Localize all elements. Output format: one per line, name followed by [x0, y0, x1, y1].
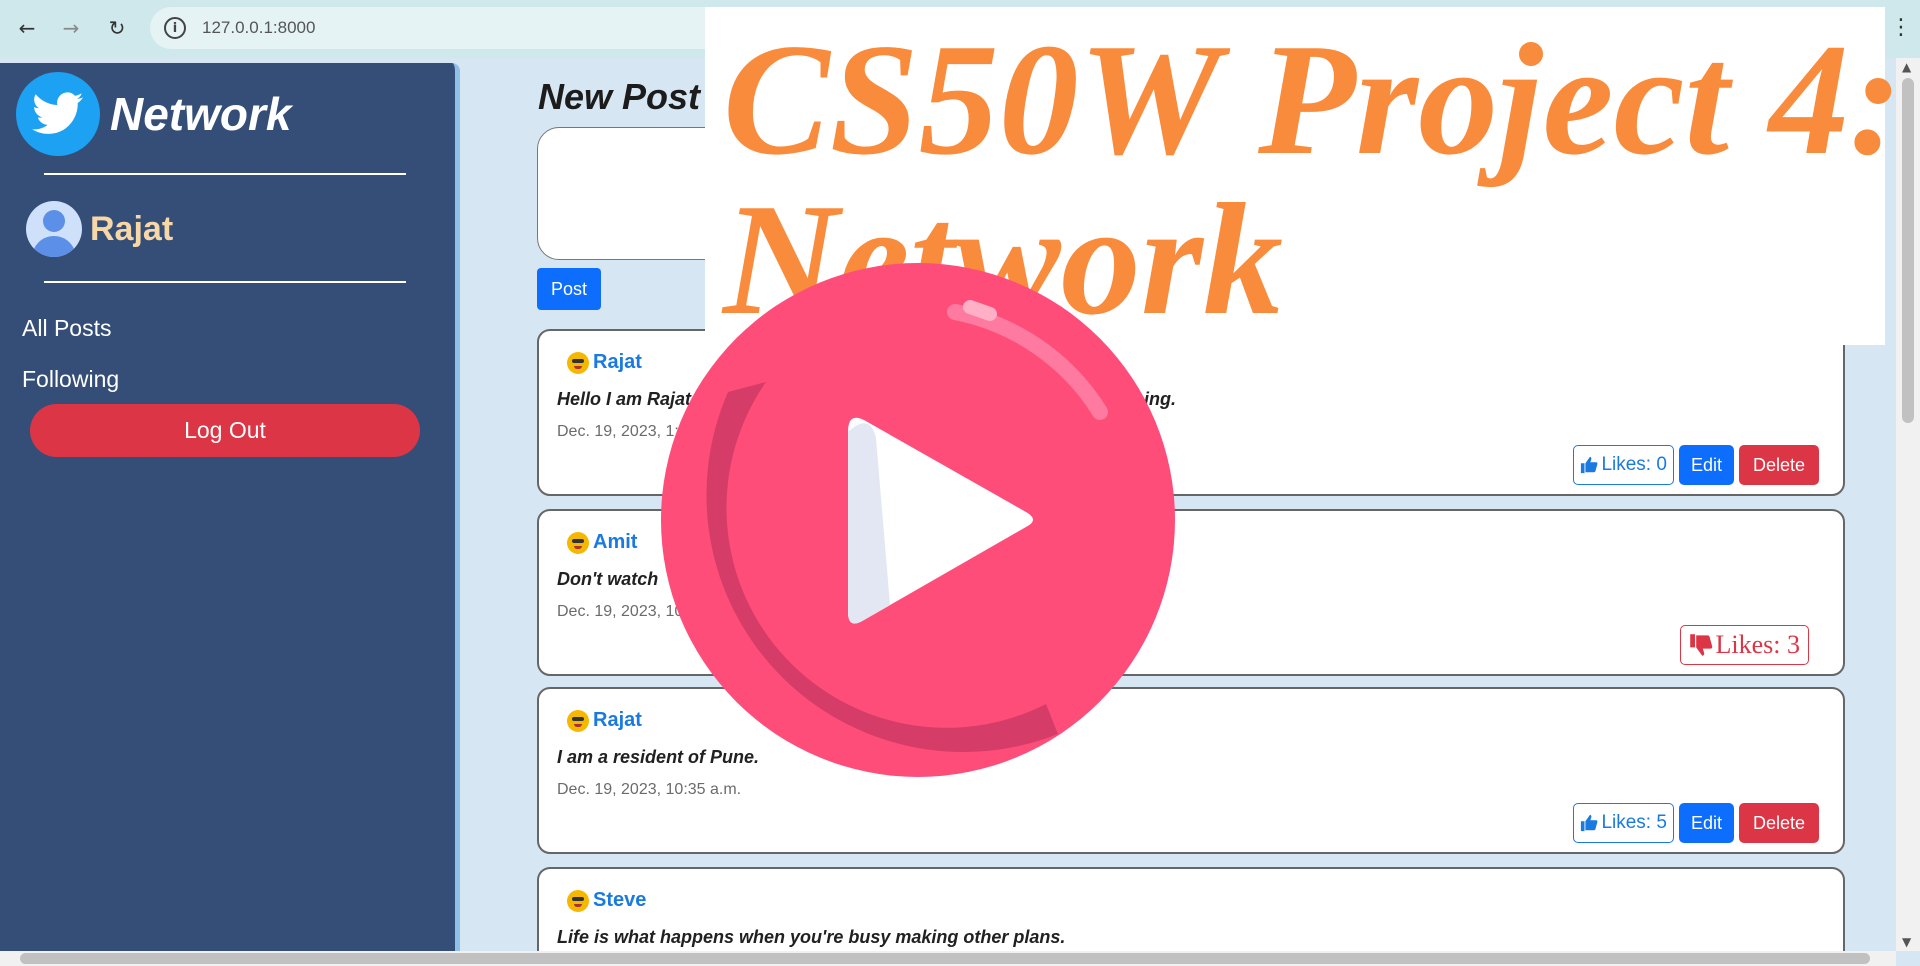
- emoji-avatar-icon: [567, 709, 589, 732]
- post-content: Don't watch: [557, 569, 659, 589]
- new-post-heading: New Post: [538, 76, 701, 117]
- scroll-up-icon[interactable]: ▲: [1902, 60, 1911, 74]
- user-profile-link[interactable]: Rajat: [26, 201, 173, 257]
- url-text[interactable]: 127.0.0.1:8000: [202, 18, 315, 38]
- back-arrow-icon[interactable]: ←: [12, 13, 42, 43]
- divider: [44, 173, 406, 175]
- thumbs-up-icon: [1581, 814, 1598, 832]
- thumbs-down-icon: [1689, 634, 1712, 656]
- post-actions: Likes: 5 Edit Delete: [1573, 803, 1819, 843]
- post-author[interactable]: Amit: [593, 531, 637, 554]
- delete-button[interactable]: Delete: [1738, 445, 1819, 485]
- like-count: Likes: 5: [1601, 812, 1667, 833]
- twitter-bird-icon: [16, 72, 100, 156]
- scrollbar-thumb[interactable]: [1902, 78, 1914, 423]
- emoji-avatar-icon: [567, 889, 589, 912]
- post-author-link[interactable]: Rajat: [567, 709, 642, 732]
- brand[interactable]: Network: [16, 72, 291, 156]
- post-author[interactable]: Steve: [593, 889, 646, 912]
- logout-button[interactable]: Log Out: [30, 404, 420, 457]
- post-author[interactable]: Rajat: [593, 351, 642, 374]
- play-button-icon[interactable]: [660, 262, 1176, 778]
- unlike-button[interactable]: Likes: 3: [1679, 625, 1809, 665]
- reload-icon[interactable]: ↻: [102, 13, 132, 43]
- post-button[interactable]: Post: [537, 268, 601, 310]
- emoji-avatar-icon: [567, 351, 589, 374]
- forward-arrow-icon[interactable]: →: [56, 13, 86, 43]
- edit-button[interactable]: Edit: [1678, 803, 1734, 843]
- username[interactable]: Rajat: [90, 210, 173, 249]
- like-button[interactable]: Likes: 5: [1573, 803, 1674, 843]
- post-author-link[interactable]: Steve: [567, 889, 646, 912]
- brand-name: Network: [110, 88, 292, 140]
- scroll-down-icon[interactable]: ▼: [1902, 935, 1911, 949]
- post-author-link[interactable]: Amit: [567, 531, 637, 554]
- like-count: Likes: 0: [1601, 454, 1667, 475]
- post-content: Life is what happens when you're busy ma…: [557, 927, 1066, 947]
- post-author-link[interactable]: Rajat: [567, 351, 642, 374]
- post-author[interactable]: Rajat: [593, 709, 642, 732]
- edit-button[interactable]: Edit: [1678, 445, 1734, 485]
- vertical-scrollbar[interactable]: ▲ ▼: [1896, 58, 1920, 951]
- nav-all-posts[interactable]: All Posts: [22, 315, 111, 342]
- like-count: Likes: 3: [1715, 630, 1801, 659]
- banner-title-line1: CS50W Project 4:: [723, 10, 1903, 188]
- scrollbar-thumb[interactable]: [20, 953, 1870, 964]
- sidebar: Network Rajat All Posts Following Log Ou…: [0, 63, 460, 951]
- thumbs-up-icon: [1581, 456, 1598, 474]
- nav-following[interactable]: Following: [22, 366, 119, 393]
- avatar-icon: [26, 201, 82, 257]
- post-timestamp: Dec. 19, 2023, 10:35 a.m.: [557, 781, 742, 798]
- horizontal-scrollbar[interactable]: [0, 951, 1896, 966]
- divider: [44, 281, 406, 283]
- emoji-avatar-icon: [567, 531, 589, 554]
- like-button[interactable]: Likes: 0: [1573, 445, 1674, 485]
- site-info-icon[interactable]: i: [164, 17, 186, 39]
- delete-button[interactable]: Delete: [1738, 803, 1819, 843]
- post-actions: Likes: 0 Edit Delete: [1573, 445, 1819, 485]
